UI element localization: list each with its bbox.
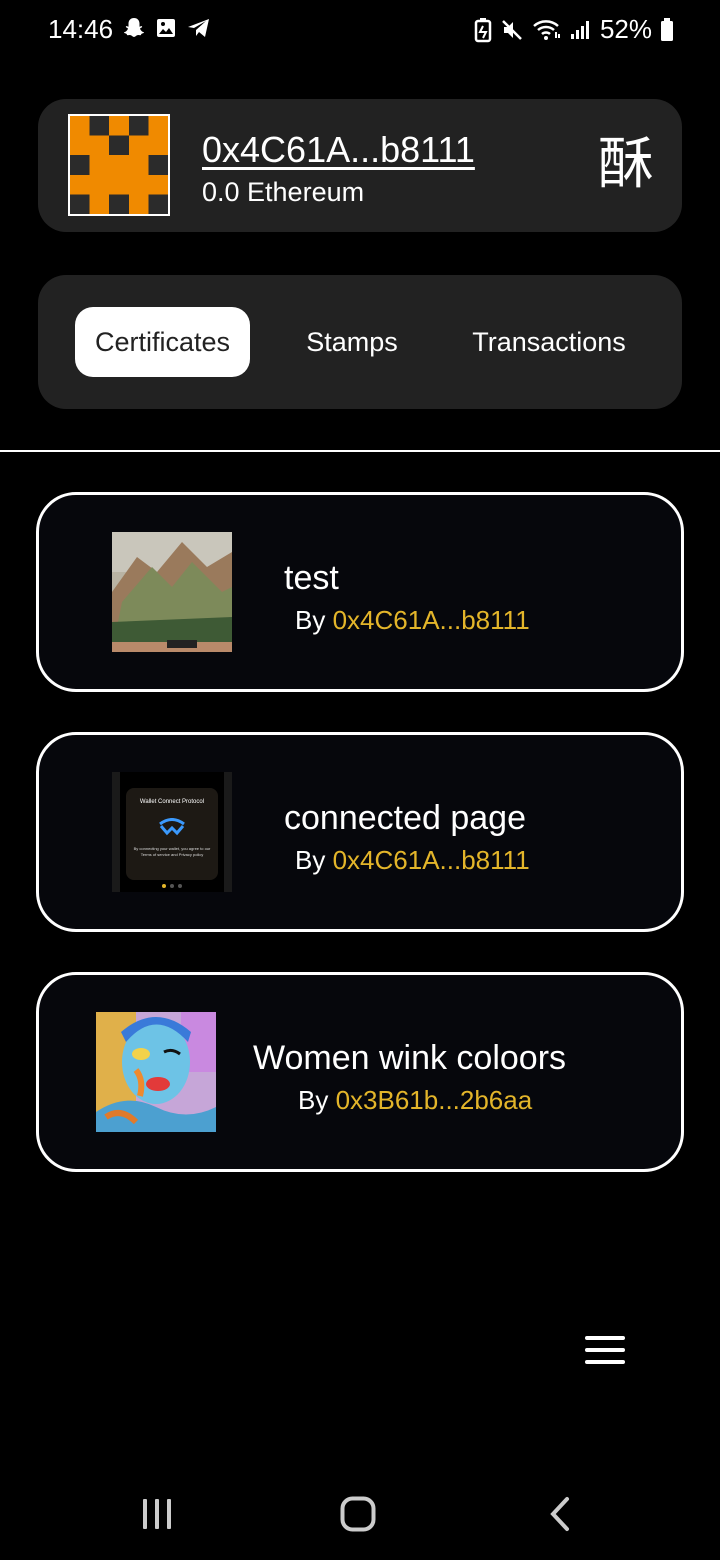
certificate-author-line: By 0x3B61b...2b6aa [298,1085,532,1116]
tab-stamps[interactable]: Stamps [284,307,420,377]
snapchat-icon [122,16,146,40]
battery-icon [660,17,674,43]
thumb-heading: Wallet Connect Protocol [139,799,205,805]
battery-saver-icon [474,17,492,43]
certificate-title: test [284,559,339,597]
mute-icon [500,18,524,42]
wallet-address-link[interactable]: 0x4C61A...b8111 [202,129,475,171]
telegram-icon [186,16,212,40]
system-navigation-bar [0,1470,720,1560]
status-time: 14:46 [48,14,114,44]
certificate-card[interactable]: Wallet Connect Protocol By connecting yo… [36,732,684,932]
tab-bar: Certificates Stamps Transactions [38,275,682,409]
signal-icon [570,18,592,42]
walletconnect-icon [159,818,185,836]
certificate-title: connected page [284,799,526,837]
home-icon[interactable] [340,1496,376,1537]
certificate-thumbnail: Wallet Connect Protocol By connecting yo… [112,772,232,892]
tab-certificates[interactable]: Certificates [75,307,250,377]
status-bar: 14:46 52% [0,0,720,60]
certificate-thumbnail [96,1012,216,1132]
wallet-balance: 0.0 Ethereum [202,177,365,207]
menu-icon[interactable] [585,1336,625,1364]
certificate-title: Women wink coloors [253,1039,567,1077]
battery-level: 52% [599,14,652,44]
certificate-thumbnail [112,532,232,652]
certificate-card[interactable]: test By 0x4C61A...b8111 [36,492,684,692]
recent-apps-icon[interactable] [140,1497,174,1536]
certificate-author[interactable]: 0x3B61b...2b6aa [336,1085,533,1115]
by-label: By [298,1085,336,1115]
certificate-author-line: By 0x4C61A...b8111 [295,605,530,636]
certificate-author[interactable]: 0x4C61A...b8111 [333,845,530,875]
back-icon[interactable] [548,1496,572,1537]
certificate-author-line: By 0x4C61A...b8111 [295,845,530,876]
gallery-icon [154,16,178,40]
by-label: By [295,845,333,875]
thumb-body: By connecting your wallet, you agree to … [133,846,211,857]
certificate-author[interactable]: 0x4C61A...b8111 [333,605,530,635]
certificate-card[interactable]: Women wink coloors By 0x3B61b...2b6aa [36,972,684,1172]
by-label: By [295,605,333,635]
tab-transactions[interactable]: Transactions [456,307,642,377]
language-toggle-button[interactable]: 酥 [598,135,654,195]
wallet-avatar [68,114,170,216]
divider [0,450,720,452]
wifi-icon [532,18,562,42]
wallet-header-card: 0x4C61A...b8111 0.0 Ethereum 酥 [38,99,682,232]
